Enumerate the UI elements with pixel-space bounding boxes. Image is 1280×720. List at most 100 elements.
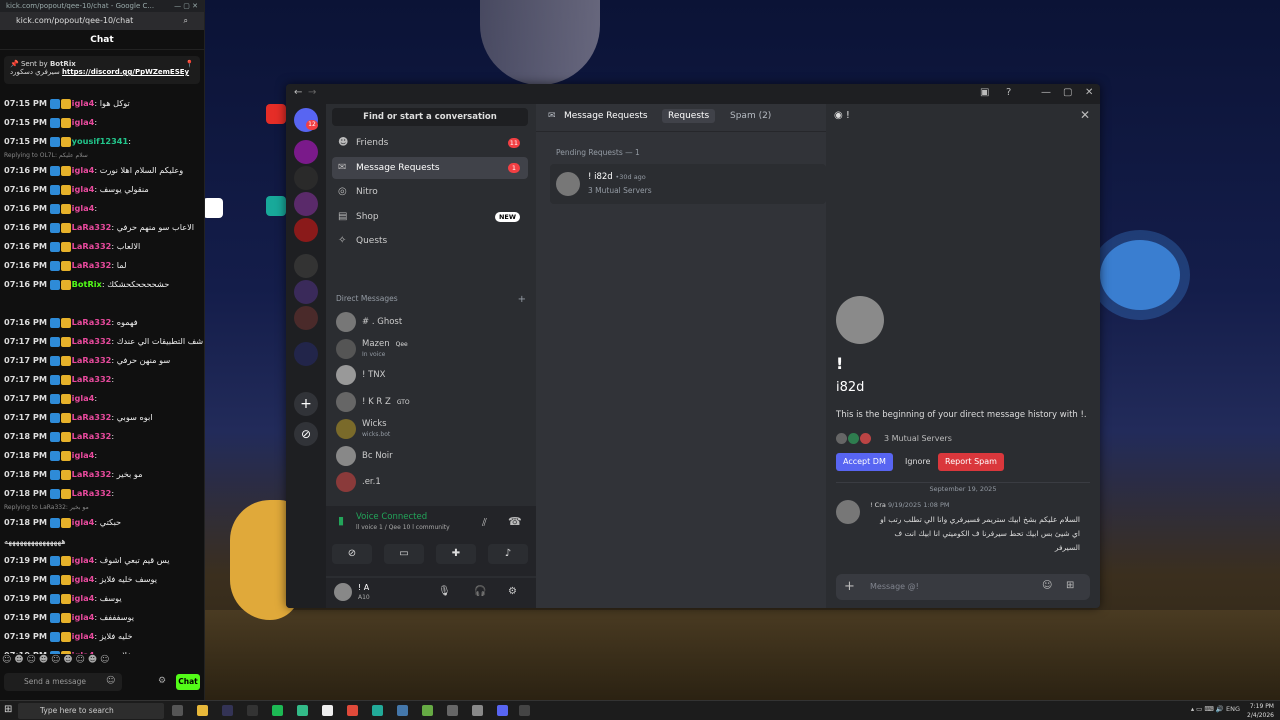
clock[interactable]: 7:19 PM 2/4/2026 [1247, 702, 1274, 720]
apps-icon[interactable]: ⊞ [1066, 580, 1074, 591]
server-icon[interactable] [294, 140, 318, 164]
message-username[interactable]: BotRix [72, 279, 102, 289]
pinned-link[interactable]: https://discord.gg/PpWZemESEy [62, 68, 189, 76]
noise-suppression-icon[interactable]: ⫽ [482, 516, 487, 530]
dm-item[interactable]: .er.1 [332, 470, 528, 494]
message-username[interactable]: LaRa332 [72, 336, 112, 346]
user-name[interactable]: ! A [358, 583, 369, 592]
steam-icon[interactable] [222, 705, 233, 716]
inbox-icon[interactable]: ▣ [980, 87, 989, 98]
dm-item[interactable]: Mazen Qee In voice [332, 337, 528, 361]
chat-send-button[interactable]: Chat [176, 674, 200, 690]
taskbar-search[interactable]: Type here to search [18, 703, 164, 719]
request-item[interactable]: ! i82d •30d ago 3 Mutual Servers [550, 164, 826, 204]
app-icon[interactable] [372, 705, 383, 716]
accept-dm-button[interactable]: Accept DM [836, 453, 893, 471]
profile-avatar[interactable] [836, 296, 884, 344]
message-username[interactable]: igla4 [72, 631, 95, 641]
obs-icon[interactable] [519, 705, 530, 716]
server-icon[interactable] [294, 254, 318, 278]
microphone-icon[interactable]: 🎙 [438, 586, 451, 597]
help-icon[interactable]: ? [1006, 87, 1011, 98]
message-username[interactable]: igla4 [72, 593, 95, 603]
message-username[interactable]: igla4 [72, 650, 95, 654]
desktop-icon-youtube[interactable] [266, 104, 286, 124]
screenshare-button[interactable]: ▭ [384, 544, 424, 564]
message-username[interactable]: igla4 [72, 165, 95, 175]
add-server-icon[interactable]: + [294, 392, 318, 416]
dm-item[interactable]: ! K R Z GTO [332, 390, 528, 414]
message-username[interactable]: igla4 [72, 98, 95, 108]
app-icon[interactable] [422, 705, 433, 716]
find-conversation-button[interactable]: Find or start a conversation [332, 108, 528, 126]
server-icon[interactable] [294, 166, 318, 190]
nav-nitro[interactable]: ◎ Nitro [332, 181, 528, 203]
system-tray[interactable]: ▴ ▭ ⌨ 🔊 ENG [1191, 705, 1240, 713]
close-icon[interactable]: ✕ [1080, 108, 1090, 122]
activities-button[interactable]: ✚ [436, 544, 476, 564]
message-username[interactable]: yousif12341 [72, 136, 129, 146]
recent-emotes[interactable]: ☺ ☻ ☺ ☻ ☺ ☻ ☺ ☻ ☺ [2, 655, 142, 669]
nav-shop[interactable]: ▤ Shop NEW [332, 206, 528, 228]
minimize-icon[interactable]: — [1041, 87, 1051, 98]
report-spam-button[interactable]: Report Spam [938, 453, 1004, 471]
voice-status[interactable]: Voice Connected [356, 512, 427, 522]
dm-item[interactable]: Bc Noir [332, 444, 528, 468]
message-username[interactable]: LaRa332 [72, 488, 112, 498]
app-icon[interactable] [297, 705, 308, 716]
message-username[interactable]: igla4 [72, 555, 95, 565]
nav-message-requests[interactable]: ✉ Message Requests 1 [332, 156, 528, 179]
message-username[interactable]: LaRa332 [72, 431, 112, 441]
desktop-icon-streamdeck[interactable] [266, 196, 286, 216]
message-username[interactable]: LaRa332 [72, 260, 112, 270]
server-icon[interactable] [294, 342, 318, 366]
message-username[interactable]: LaRa332 [72, 241, 112, 251]
pin-toggle-icon[interactable]: 📍 [185, 60, 194, 68]
emoji-icon[interactable]: ☺ [106, 676, 115, 686]
chat-input[interactable]: Send a message [4, 673, 122, 691]
maximize-icon[interactable]: ▢ [1063, 87, 1072, 98]
avatar[interactable] [334, 583, 352, 601]
message-author[interactable]: ! Cra [870, 501, 886, 509]
message-username[interactable]: LaRa332 [72, 317, 112, 327]
message-username[interactable]: LaRa332 [72, 222, 112, 232]
signal-icon[interactable]: ▮ [338, 514, 344, 527]
address-bar[interactable]: kick.com/popout/qee-10/chat ⌕ [0, 12, 204, 30]
close-window-icon[interactable]: ✕ [1085, 87, 1093, 98]
voice-channel[interactable]: ll voice 1 / Qee 10 l community [356, 524, 450, 531]
message-username[interactable]: igla4 [72, 517, 95, 527]
windows-start-icon[interactable]: ⊞ [4, 704, 12, 715]
chat-message-list[interactable]: 07:15 PM igla4: توكل هوا 07:15 PM igla4: 0… [0, 94, 205, 654]
app-icon[interactable] [472, 705, 483, 716]
message-username[interactable]: igla4 [72, 393, 95, 403]
window-controls[interactable]: — ▢ ✕ [174, 2, 198, 10]
back-arrow-icon[interactable]: ← [294, 87, 302, 98]
message-composer[interactable]: + Message @! ☺ ⊞ [836, 574, 1090, 600]
dm-item[interactable]: Wicks wicks.bot [332, 417, 528, 441]
dm-item[interactable]: # . Ghost [332, 310, 528, 334]
zoom-icon[interactable]: ⌕ [184, 16, 188, 26]
message-username[interactable]: igla4 [72, 612, 95, 622]
disconnect-icon[interactable]: ☎ [508, 515, 522, 528]
message-username[interactable]: LaRa332 [72, 374, 112, 384]
settings-gear-icon[interactable]: ⚙ [508, 586, 517, 597]
soundboard-button[interactable]: ♪ [488, 544, 528, 564]
message-username[interactable]: igla4 [72, 117, 95, 127]
tab-spam[interactable]: Spam (2) [730, 111, 771, 121]
emoji-icon[interactable]: ☺ [1042, 580, 1052, 591]
taskview-icon[interactable] [172, 705, 183, 716]
discover-icon[interactable]: ⊘ [294, 422, 318, 446]
headphones-icon[interactable]: 🎧 [474, 586, 486, 597]
nav-friends[interactable]: ☻ Friends 11 [332, 132, 528, 154]
desktop-icon-app[interactable] [203, 198, 223, 218]
tray-icons[interactable]: ▴ ▭ ⌨ 🔊 [1191, 705, 1226, 713]
mutual-servers-link[interactable]: 3 Mutual Servers [884, 434, 952, 443]
add-dm-icon[interactable]: + [518, 294, 526, 305]
message-username[interactable]: LaRa332 [72, 355, 112, 365]
forward-arrow-icon[interactable]: → [308, 87, 316, 98]
message-username[interactable]: igla4 [72, 203, 95, 213]
server-icon[interactable] [294, 280, 318, 304]
file-icon[interactable] [322, 705, 333, 716]
server-icon[interactable] [294, 306, 318, 330]
dm-item[interactable]: ! TNX [332, 363, 528, 387]
